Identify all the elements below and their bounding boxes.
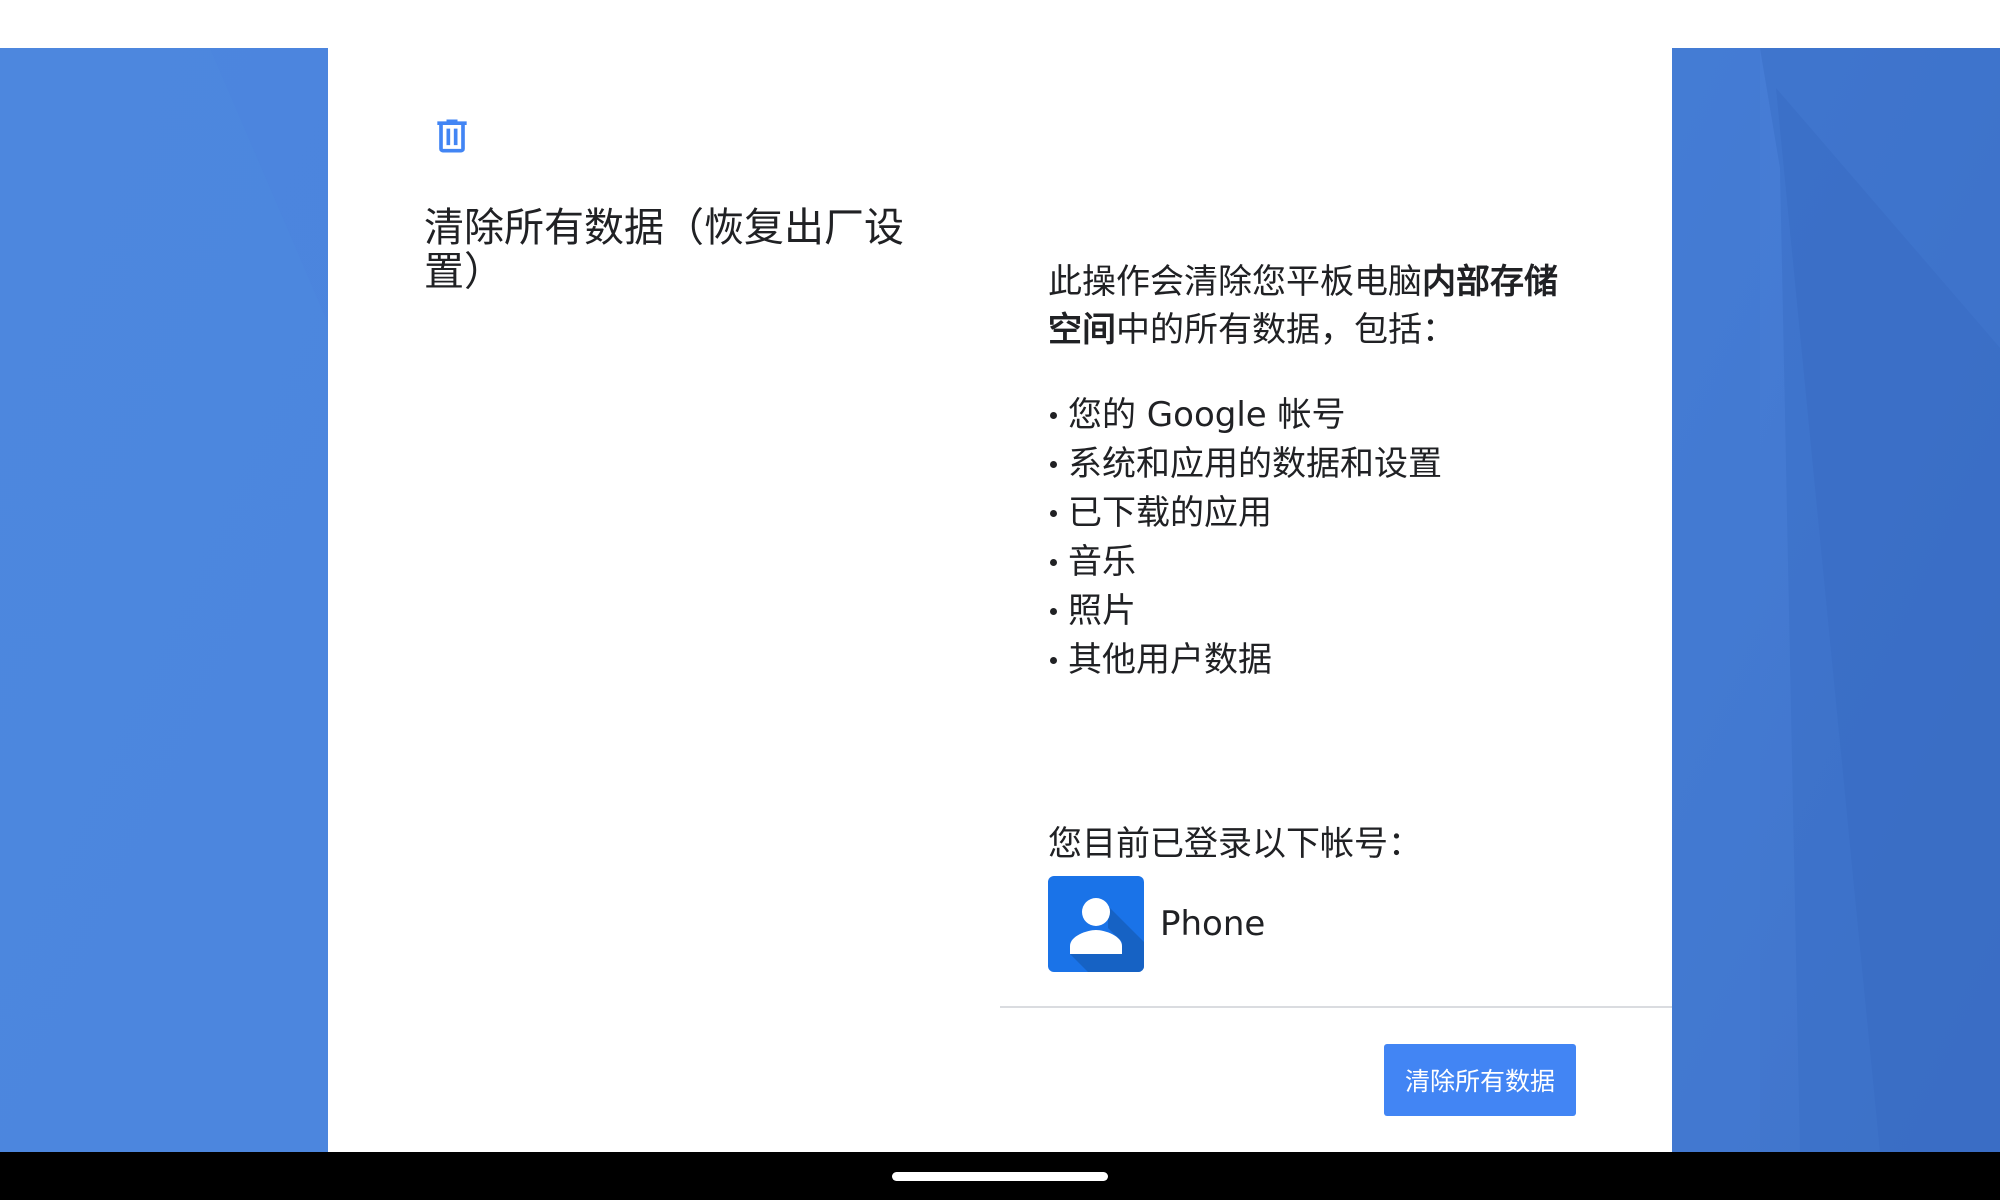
account-name: Phone: [1160, 904, 1266, 944]
accounts-label: 您目前已登录以下帐号：: [1048, 824, 1422, 864]
status-bar: [0, 0, 2000, 48]
list-item: 其他用户数据: [1048, 636, 1588, 685]
erased-data-list: 您的 Google 帐号 系统和应用的数据和设置 已下载的应用 音乐 照片 其他…: [1048, 391, 1588, 685]
list-item: 照片: [1048, 587, 1588, 636]
footer-divider: [1000, 1006, 1672, 1008]
account-item: Phone: [1048, 876, 1265, 972]
list-item: 音乐: [1048, 538, 1588, 587]
erase-all-data-button[interactable]: 清除所有数据: [1384, 1044, 1576, 1116]
page-title: 清除所有数据（恢复出厂设置）: [424, 205, 904, 295]
erase-dialog-card: 清除所有数据（恢复出厂设置） 此操作会清除您平板电脑内部存储空间中的所有数据，包…: [328, 48, 1672, 1152]
home-gesture-handle[interactable]: [892, 1172, 1108, 1181]
list-item: 已下载的应用: [1048, 489, 1588, 538]
intro-prefix: 此操作会清除您平板电脑: [1048, 262, 1422, 302]
list-item: 您的 Google 帐号: [1048, 391, 1588, 440]
person-avatar-icon: [1048, 876, 1144, 972]
list-item: 系统和应用的数据和设置: [1048, 440, 1588, 489]
screen: 清除所有数据（恢复出厂设置） 此操作会清除您平板电脑内部存储空间中的所有数据，包…: [0, 0, 2000, 1200]
erase-details: 此操作会清除您平板电脑内部存储空间中的所有数据，包括： 您的 Google 帐号…: [1048, 258, 1588, 685]
delete-trash-icon: [430, 114, 474, 158]
intro-suffix: 中的所有数据，包括：: [1116, 310, 1456, 350]
navigation-bar: [0, 1152, 2000, 1200]
intro-text: 此操作会清除您平板电脑内部存储空间中的所有数据，包括：: [1048, 258, 1588, 354]
